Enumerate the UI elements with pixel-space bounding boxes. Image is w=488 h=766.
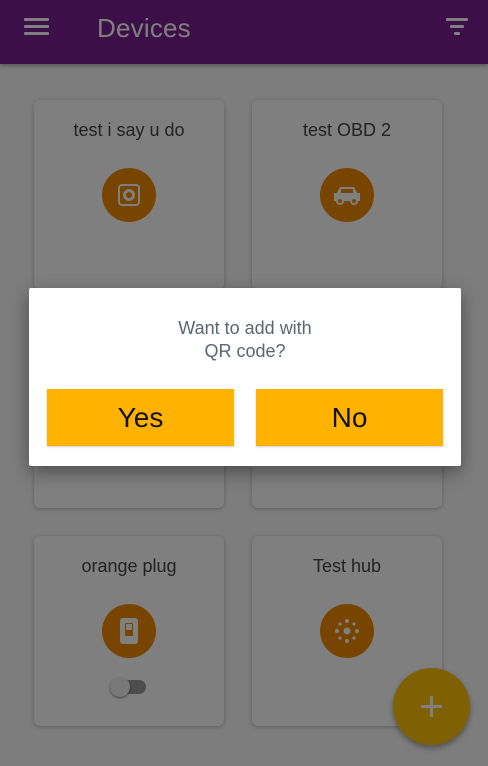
dialog-message: Want to add with QR code? [178,318,312,361]
no-button[interactable]: No [256,389,443,446]
yes-button[interactable]: Yes [47,389,234,446]
qr-code-dialog: Want to add with QR code? Yes No [29,288,461,466]
